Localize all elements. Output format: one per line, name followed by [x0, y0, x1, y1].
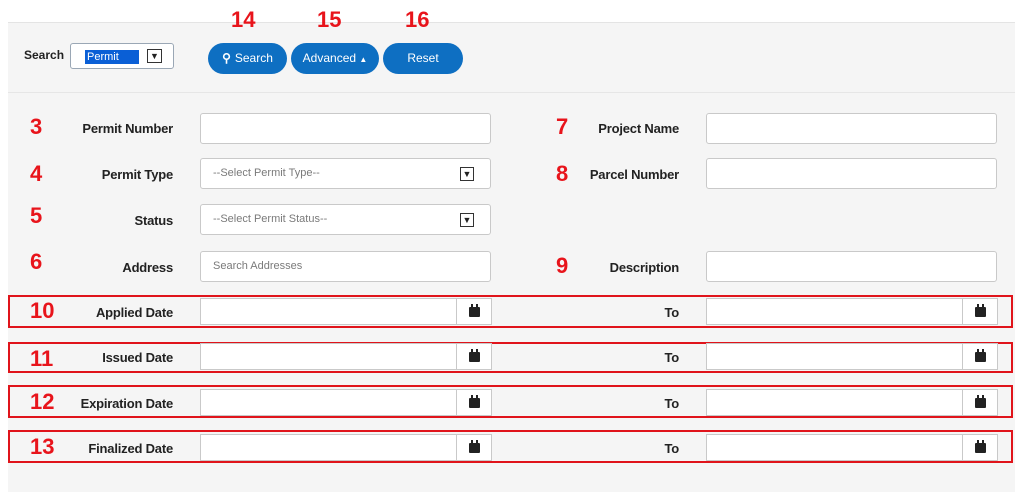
project-name-label: Project Name — [598, 121, 679, 136]
issued-date-from-input[interactable] — [200, 343, 457, 370]
permit-number-input[interactable] — [200, 113, 491, 144]
caret-up-icon: ▲ — [359, 55, 368, 64]
search-button[interactable]: ⚲ Search — [208, 43, 287, 74]
reset-button[interactable]: Reset — [383, 43, 463, 74]
applied-date-to-input[interactable] — [706, 298, 963, 325]
calendar-icon — [469, 304, 480, 317]
permit-type-select[interactable]: --Select Permit Type-- ▼ — [200, 158, 491, 189]
calendar-icon — [975, 304, 986, 317]
annotation-12: 12 — [30, 389, 55, 414]
calendar-icon — [469, 349, 480, 362]
description-input[interactable] — [706, 251, 997, 282]
finalized-date-label: Finalized Date — [88, 441, 173, 456]
expiration-date-from-calendar-button[interactable] — [456, 389, 492, 416]
address-label: Address — [122, 260, 173, 275]
annotation-7: 7 — [556, 114, 569, 139]
issued-date-from-calendar-button[interactable] — [456, 343, 492, 370]
parcel-number-input[interactable] — [706, 158, 997, 189]
annotation-14: 14 — [231, 7, 256, 32]
permit-type-label: Permit Type — [101, 167, 173, 182]
applied-date-from-calendar-button[interactable] — [456, 298, 492, 325]
finalized-date-from-calendar-button[interactable] — [456, 434, 492, 461]
calendar-icon — [975, 395, 986, 408]
advanced-button[interactable]: Advanced ▲ — [291, 43, 379, 74]
applied-date-label: Applied Date — [95, 305, 173, 320]
annotation-15: 15 — [317, 7, 342, 32]
status-placeholder: --Select Permit Status-- — [213, 213, 328, 225]
annotation-10: 10 — [30, 298, 55, 323]
issued-date-to-calendar-button[interactable] — [962, 343, 998, 370]
calendar-icon — [975, 349, 986, 362]
issued-date-label: Issued Date — [102, 350, 173, 365]
permit-type-placeholder: --Select Permit Type-- — [213, 167, 320, 179]
finalized-date-to-label: To — [664, 441, 679, 456]
calendar-icon — [469, 440, 480, 453]
search-button-label: Search — [234, 51, 273, 65]
search-type-value: Permit — [85, 50, 139, 64]
chevron-down-icon: ▼ — [460, 167, 474, 181]
expiration-date-to-calendar-button[interactable] — [962, 389, 998, 416]
annotation-13: 13 — [30, 434, 55, 459]
issued-date-to-input[interactable] — [706, 343, 963, 370]
address-input[interactable]: Search Addresses — [200, 251, 491, 282]
search-type-label: Search — [24, 48, 65, 62]
description-label: Description — [609, 260, 680, 275]
annotation-5: 5 — [30, 203, 43, 228]
expiration-date-label: Expiration Date — [80, 396, 174, 411]
chevron-down-icon: ▼ — [147, 49, 162, 63]
divider — [8, 92, 1015, 93]
annotation-3: 3 — [30, 114, 43, 139]
finalized-date-to-input[interactable] — [706, 434, 963, 461]
permit-number-label: Permit Number — [82, 121, 173, 136]
chevron-down-icon: ▼ — [460, 213, 474, 227]
applied-date-from-input[interactable] — [200, 298, 457, 325]
project-name-input[interactable] — [706, 113, 997, 144]
expiration-date-from-input[interactable] — [200, 389, 457, 416]
advanced-button-label: Advanced — [302, 51, 357, 65]
calendar-icon — [975, 440, 986, 453]
annotation-9: 9 — [556, 253, 569, 278]
expiration-date-to-label: To — [664, 396, 679, 411]
annotation-4: 4 — [30, 161, 43, 186]
address-placeholder: Search Addresses — [213, 260, 303, 272]
reset-button-label: Reset — [407, 51, 439, 65]
finalized-date-to-calendar-button[interactable] — [962, 434, 998, 461]
search-type-select[interactable]: Permit ▼ — [70, 43, 174, 69]
annotation-11: 11 — [30, 346, 54, 371]
parcel-number-label: Parcel Number — [589, 167, 679, 182]
annotation-6: 6 — [30, 249, 43, 274]
issued-date-to-label: To — [664, 350, 679, 365]
search-icon: ⚲ — [222, 51, 231, 65]
applied-date-to-label: To — [664, 305, 679, 320]
calendar-icon — [469, 395, 480, 408]
applied-date-to-calendar-button[interactable] — [962, 298, 998, 325]
expiration-date-to-input[interactable] — [706, 389, 963, 416]
annotation-16: 16 — [405, 7, 430, 32]
annotation-8: 8 — [556, 161, 569, 186]
status-select[interactable]: --Select Permit Status-- ▼ — [200, 204, 491, 235]
status-label: Status — [134, 213, 173, 228]
finalized-date-from-input[interactable] — [200, 434, 457, 461]
